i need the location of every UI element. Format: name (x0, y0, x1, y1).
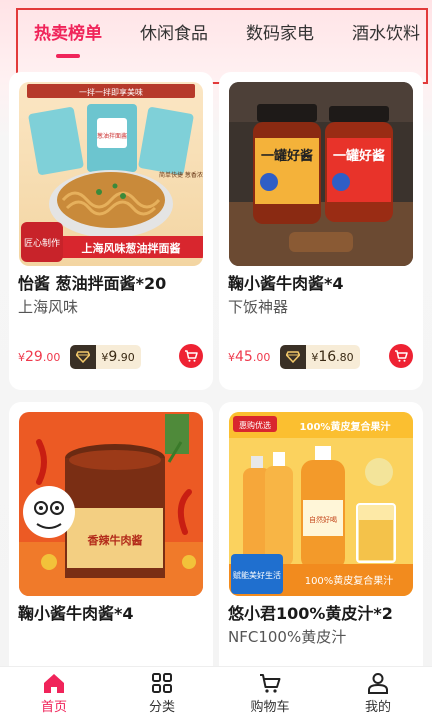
nav-home[interactable]: 首页 (0, 667, 108, 720)
nav-category[interactable]: 分类 (108, 667, 216, 720)
nav-label: 购物车 (250, 700, 290, 715)
member-price: ¥9.90 (101, 349, 135, 365)
product-card[interactable]: 惠购优选 100%黄皮复合果汁 自然好喝 赋能美好生活 100%黄皮复合果汁 悠… (219, 402, 423, 670)
product-name: 鞠小酱牛肉酱*4 (18, 604, 134, 623)
nav-cart[interactable]: 购物车 (216, 667, 324, 720)
product-subtitle: 下饭神器 (228, 298, 289, 316)
member-price: ¥16.80 (311, 349, 354, 365)
tab-label: 休闲食品 (140, 24, 208, 44)
product-image[interactable]: 惠购优选 100%黄皮复合果汁 自然好喝 赋能美好生活 100%黄皮复合果汁 (229, 412, 413, 596)
product-image[interactable]: 一拌一拌即享美味 葱油拌面酱 简单快捷 葱香浓郁 上海风味葱油拌面酱 (19, 82, 203, 266)
grid-icon (152, 673, 172, 693)
nav-label: 首页 (40, 700, 67, 715)
product-card[interactable]: 一罐好酱 一罐好酱 鞠小酱牛肉酱*4 下饭神器 ¥45.00 ¥16.80 (219, 72, 423, 390)
product-price: ¥45.00 (228, 349, 271, 365)
product-subtitle: NFC100%黄皮汁 (228, 628, 347, 646)
nav-label: 我的 (364, 700, 391, 715)
product-grid: 一拌一拌即享美味 葱油拌面酱 简单快捷 葱香浓郁 上海风味葱油拌面酱 (0, 72, 432, 670)
jar-label: 香辣牛肉酱 (87, 533, 143, 547)
image-bottom-text: 100%黄皮复合果汁 (305, 574, 394, 587)
product-image[interactable]: 一罐好酱 一罐好酱 (229, 82, 413, 266)
image-note-text: 简单快捷 葱香浓郁 (159, 171, 203, 179)
user-icon (368, 673, 388, 694)
diamond-icon (70, 345, 97, 369)
tab-hot-ranking[interactable]: 热卖榜单 (34, 22, 102, 58)
member-price-badge: ¥16.80 (280, 345, 360, 369)
packet-label: 葱油拌面酱 (97, 132, 127, 140)
tab-drinks[interactable]: 酒水饮料 (352, 22, 420, 46)
product-card[interactable]: 香辣牛肉酱 鞠小酱牛肉酱*4 (9, 402, 213, 670)
image-corner-text: 惠购优选 (239, 420, 271, 430)
product-price: ¥29.00 (18, 349, 61, 365)
home-icon (44, 674, 64, 693)
bottle-label: 自然好喝 (309, 515, 337, 524)
tab-label: 酒水饮料 (352, 24, 420, 44)
category-tabs: 热卖榜单 休闲食品 数码家电 酒水饮料 (34, 22, 426, 58)
image-bottom-text: 上海风味葱油拌面酱 (82, 241, 181, 255)
member-price-badge: ¥9.90 (70, 345, 141, 369)
jar-label: 一罐好酱 (261, 148, 313, 164)
cart-icon (185, 350, 198, 362)
image-banner-text: 一拌一拌即享美味 (79, 87, 143, 97)
image-headline-text: 100%黄皮复合果汁 (300, 420, 391, 433)
tab-label: 数码家电 (246, 24, 314, 44)
product-name: 鞠小酱牛肉酱*4 (228, 274, 344, 293)
price-row: ¥29.00 ¥9.90 (18, 344, 141, 370)
tab-electronics[interactable]: 数码家电 (246, 22, 314, 46)
diamond-icon (280, 345, 307, 369)
image-badge-text: 匠心制作 (24, 237, 60, 249)
tab-snacks[interactable]: 休闲食品 (140, 22, 208, 46)
active-tab-indicator (56, 54, 80, 58)
jar-label: 一罐好酱 (333, 148, 385, 164)
tab-label: 热卖榜单 (34, 24, 102, 44)
add-to-cart-button[interactable] (179, 344, 203, 368)
cart-icon (260, 674, 281, 693)
product-name: 怡酱 葱油拌面酱*20 (18, 274, 167, 293)
bottom-nav: 首页 分类 购物车 我的 (0, 666, 432, 720)
price-row: ¥45.00 ¥16.80 (228, 344, 360, 370)
product-image[interactable]: 香辣牛肉酱 (19, 412, 203, 596)
add-to-cart-button[interactable] (389, 344, 413, 368)
product-subtitle: 上海风味 (18, 298, 79, 316)
product-card[interactable]: 一拌一拌即享美味 葱油拌面酱 简单快捷 葱香浓郁 上海风味葱油拌面酱 (9, 72, 213, 390)
nav-label: 分类 (148, 700, 175, 715)
nav-profile[interactable]: 我的 (324, 667, 432, 720)
image-slogan-text: 赋能美好生活 (233, 570, 281, 580)
product-name: 悠小君100%黄皮汁*2 (228, 604, 393, 623)
cart-icon (395, 350, 408, 362)
